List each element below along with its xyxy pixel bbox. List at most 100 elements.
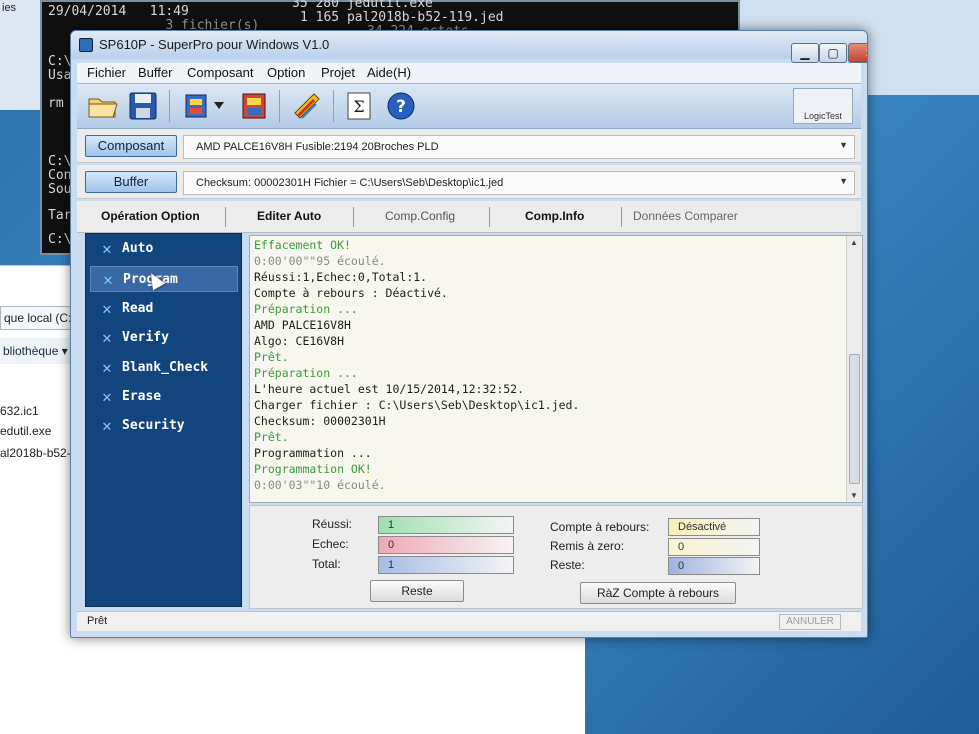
component-row: Composant AMD PALCE16V8H Fusible:2194 20… [77,129,861,163]
total-label: Total: [312,557,341,571]
help-icon[interactable]: ? [383,88,419,124]
tab-comp-info[interactable]: Comp.Info [525,209,584,223]
menu-aide[interactable]: Aide(H) [367,65,411,80]
explorer-library-label: bliothèque [3,344,59,358]
countdown-label: Compte à rebours: [550,520,650,534]
log-line: Algo: CE16V8H [254,334,345,348]
log-line: 0:00'00""95 écoulé. [254,254,386,268]
log-line: AMD PALCE16V8H [254,318,351,332]
component-button[interactable]: Composant [85,135,177,157]
open-folder-icon[interactable] [85,88,121,124]
tab-donnees-comparer[interactable]: Données Comparer [633,209,738,223]
component-select[interactable]: AMD PALCE16V8H Fusible:2194 20Broches PL… [183,135,855,159]
component-value: AMD PALCE16V8H Fusible:2194 20Broches PL… [196,141,439,153]
title-bar[interactable]: SP610P - SuperPro pour Windows V1.0 ▁ ▢ … [71,31,867,63]
tab-separator [353,207,354,227]
logictest-logo-text: LogicTest [803,111,843,121]
buffer-button[interactable]: Buffer [85,171,177,193]
cross-icon: ✕ [102,358,112,377]
menu-projet[interactable]: Projet [321,65,355,80]
console-line: Con [48,168,72,183]
tab-comp-config[interactable]: Comp.Config [385,209,455,223]
toolbar-separator [279,90,280,122]
cross-icon: ✕ [102,299,112,318]
log-line: Checksum: 00002301H [254,414,386,428]
console-line: 29/04/2014 11:49 [48,4,189,19]
sidebar-item-auto[interactable]: ✕ Auto [90,236,238,262]
svg-text:?: ? [396,97,406,117]
remis-label: Remis à zero: [550,539,625,553]
sidebar-item-erase[interactable]: ✕ Erase [90,384,238,410]
console-line: Usa [48,68,72,83]
statistics-panel: Réussi: 1 Echec: 0 Total: 1 Reste Compte… [249,505,863,609]
tab-operation-option[interactable]: Opération Option [101,209,200,223]
background-panel-left: ies [0,0,40,110]
explorer-library-menu[interactable]: bliothèque ▾ [0,338,80,364]
fail-count: 0 [378,536,514,554]
operations-sidebar: ✕ Auto ✕ Program ✕ Read ✕ Verify ✕ Blank… [85,233,242,607]
sidebar-item-verify[interactable]: ✕ Verify [90,325,238,351]
reste-value: 0 [668,557,760,575]
explorer-file-item[interactable]: 632.ic1 [0,404,39,418]
maximize-button[interactable]: ▢ [819,43,847,63]
console-line: C:\ [48,232,72,247]
scroll-up-icon[interactable]: ▲ [850,238,858,247]
sidebar-item-blank-check[interactable]: ✕ Blank_Check [90,355,238,381]
svg-text:Σ: Σ [353,97,364,116]
menu-buffer[interactable]: Buffer [138,65,172,80]
tab-editer-auto[interactable]: Editer Auto [257,209,321,223]
explorer-address-bar[interactable]: que local (C:) [0,306,78,330]
sidebar-item-label: Blank_Check [122,360,209,375]
sidebar-item-label: Read [122,301,154,316]
chevron-down-icon: ▼ [839,176,848,186]
console-line: C:\ [48,154,72,169]
sidebar-item-read[interactable]: ✕ Read [90,296,238,322]
console-line: 1 165 pal2018b-b52-119.jed [300,10,504,25]
device-dropdown-icon[interactable] [211,88,227,124]
total-count: 1 [378,556,514,574]
console-line: C:\ [48,54,72,69]
menu-composant[interactable]: Composant [187,65,253,80]
tab-separator [621,207,622,227]
device-icon[interactable] [179,88,215,124]
log-line: Effacement OK! [254,238,351,252]
log-line: Prêt. [254,350,289,364]
save-icon[interactable] [125,88,161,124]
sidebar-item-security[interactable]: ✕ Security [90,413,238,439]
sidebar-item-program[interactable]: ✕ Program [90,266,238,292]
menu-fichier[interactable]: Fichier [87,65,126,80]
tab-separator [225,207,226,227]
menu-option[interactable]: Option [267,65,305,80]
raz-countdown-button[interactable]: RàZ Compte à rebours [580,582,736,604]
batch-program-icon[interactable] [289,88,325,124]
reset-button[interactable]: Reste [370,580,464,602]
menu-bar: Fichier Buffer Composant Option Projet A… [77,63,861,83]
toolbar-separator [169,90,170,122]
status-text: Prêt [87,615,108,627]
program-chip-icon[interactable] [237,88,273,124]
log-line: Réussi:1,Echec:0,Total:1. [254,270,428,284]
log-output[interactable]: Effacement OK! 0:00'00""95 écoulé. Réussi:… [249,235,863,503]
minimize-button[interactable]: ▁ [791,43,819,63]
sidebar-item-label: Auto [122,241,154,256]
background-label: ies [2,2,17,14]
checksum-icon[interactable]: Σ [341,88,377,124]
explorer-file-item[interactable]: edutil.exe [0,424,51,438]
log-line: Charger fichier : C:\Users\Seb\Desktop\i… [254,398,580,412]
remis-value: 0 [668,538,760,556]
log-line: Préparation ... [254,366,358,380]
scroll-down-icon[interactable]: ▼ [850,491,858,500]
window-title: SP610P - SuperPro pour Windows V1.0 [99,37,330,52]
success-label: Réussi: [312,517,353,531]
tab-bar: Opération Option Editer Auto Comp.Config… [77,201,861,233]
scrollbar-thumb[interactable] [849,354,860,484]
cancel-button[interactable]: ANNULER [779,614,841,630]
log-scrollbar[interactable]: ▲ ▼ [846,236,862,502]
buffer-select[interactable]: Checksum: 00002301H Fichier = C:\Users\S… [183,171,855,195]
console-line: Tar [48,208,72,223]
log-line: Préparation ... [254,302,358,316]
close-button[interactable]: ✕ [848,43,867,63]
log-line: 0:00'03""10 écoulé. [254,478,386,492]
status-bar: Prêt ANNULER [77,611,861,631]
toolbar: Σ ? LogicTest [77,83,861,129]
